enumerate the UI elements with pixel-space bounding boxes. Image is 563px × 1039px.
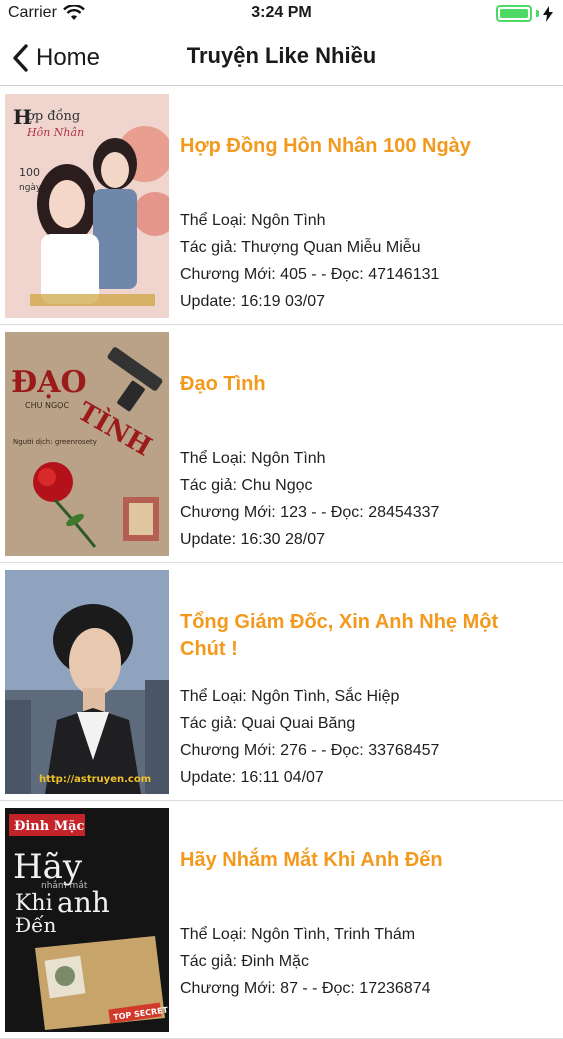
story-title: Hợp Đồng Hôn Nhân 100 Ngày [180,135,471,157]
story-chapter-views: Chương Mới: 276 - - Đọc: 33768457 [180,742,440,759]
story-meta: Thể Loại: Ngôn Tình Tác giả: Thượng Quan… [180,207,553,315]
story-meta: Thể Loại: Ngôn Tình, Sắc Hiệp Tác giả: Q… [180,683,553,791]
svg-text:Người dịch: greenrosety: Người dịch: greenrosety [13,438,97,446]
story-meta: Thể Loại: Ngôn Tình, Trinh Thám Tác giả:… [180,921,553,1002]
svg-text:ĐẠO: ĐẠO [11,365,87,400]
svg-text:anh: anh [57,886,110,919]
svg-text:Hôn Nhân: Hôn Nhân [26,126,84,139]
svg-text:Đến: Đến [15,913,56,937]
navigation-bar: Home Truyện Like Nhiều [0,30,563,86]
story-genre: Thể Loại: Ngôn Tình [180,212,326,229]
svg-text:http://astruyen.com: http://astruyen.com [39,774,151,785]
svg-text:Đinh Mặc: Đinh Mặc [14,819,85,834]
story-title: Tổng Giám Đốc, Xin Anh Nhẹ Một Chút ! [180,611,499,660]
story-chapter-views: Chương Mới: 123 - - Đọc: 28454337 [180,504,440,521]
clock: 3:24 PM [251,4,312,21]
story-row[interactable]: ĐẠO CHU NGỌC TÌNH Người dịch: greenroset… [0,325,563,563]
story-update: Update: 16:19 03/07 [180,293,326,310]
battery-icon [496,5,532,22]
story-cover-image: Đinh Mặc Hãy nhắm mắt Khi anh Đến TOP SE… [5,808,169,1032]
status-bar: Carrier 3:24 PM [0,0,563,30]
charging-bolt-icon [543,5,553,22]
story-row[interactable]: H ợp đồng Hôn Nhân 100 ngày Hợp Đồng Hôn… [0,87,563,325]
story-update: Update: 16:30 28/07 [180,531,326,548]
story-author: Tác giả: Quai Quai Băng [180,715,356,732]
svg-text:ngày: ngày [19,183,42,193]
story-chapter-views: Chương Mới: 87 - - Đọc: 17236874 [180,980,431,997]
svg-text:100: 100 [19,166,40,179]
story-cover-image: ĐẠO CHU NGỌC TÌNH Người dịch: greenroset… [5,332,169,556]
story-chapter-views: Chương Mới: 405 - - Đọc: 47146131 [180,266,440,283]
story-row[interactable]: Đinh Mặc Hãy nhắm mắt Khi anh Đến TOP SE… [0,801,563,1039]
story-update: Update: 16:11 04/07 [180,769,324,786]
svg-text:ợp đồng: ợp đồng [27,108,80,124]
story-meta: Thể Loại: Ngôn Tình Tác giả: Chu Ngọc Ch… [180,445,553,553]
story-genre: Thể Loại: Ngôn Tình, Sắc Hiệp [180,688,400,705]
story-cover-image: http://astruyen.com [5,570,169,794]
story-genre: Thể Loại: Ngôn Tình, Trinh Thám [180,926,416,943]
story-author: Tác giả: Thượng Quan Miễu Miễu [180,239,421,256]
battery-indicator [496,5,553,22]
svg-text:CHU NGỌC: CHU NGỌC [25,401,69,410]
story-title: Hãy Nhắm Mắt Khi Anh Đến [180,849,443,871]
story-row[interactable]: http://astruyen.com Tổng Giám Đốc, Xin A… [0,563,563,801]
story-cover-image: H ợp đồng Hôn Nhân 100 ngày [5,94,169,318]
story-list: H ợp đồng Hôn Nhân 100 ngày Hợp Đồng Hôn… [0,87,563,1039]
story-title: Đạo Tình [180,373,266,395]
story-genre: Thể Loại: Ngôn Tình [180,450,326,467]
page-title: Truyện Like Nhiều [186,43,377,68]
story-author: Tác giả: Chu Ngọc [180,477,313,494]
story-author: Tác giả: Đinh Mặc [180,953,309,970]
